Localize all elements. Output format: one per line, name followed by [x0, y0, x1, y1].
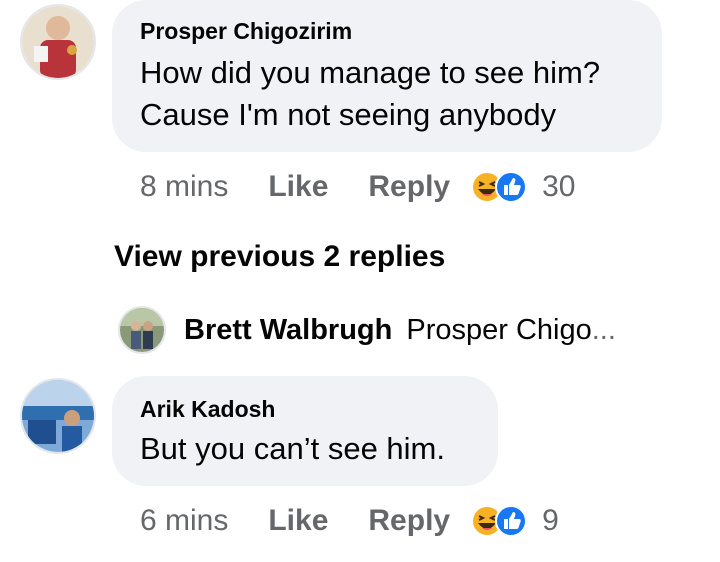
- collapsed-reply-preview: Prosper Chigo: [406, 313, 592, 346]
- comment-text-line-2: Cause I'm not seeing anybody: [140, 97, 557, 132]
- comment-author-name[interactable]: Arik Kadosh: [140, 396, 275, 423]
- comment-timestamp[interactable]: 6 mins: [140, 504, 228, 538]
- reactions-summary[interactable]: 9: [470, 504, 559, 538]
- collapsed-reply[interactable]: Brett Walbrugh Prosper Chigo ...: [118, 306, 616, 354]
- avatar-arik[interactable]: [20, 378, 96, 454]
- comment-actions-arik: 6 mins Like Reply 9: [140, 504, 559, 538]
- reply-button[interactable]: Reply: [368, 504, 450, 538]
- like-button[interactable]: Like: [268, 170, 328, 204]
- reply-button[interactable]: Reply: [368, 170, 450, 204]
- comment-timestamp[interactable]: 8 mins: [140, 170, 228, 204]
- profile-photo-icon: [22, 6, 94, 78]
- comment-actions-prosper: 8 mins Like Reply 30: [140, 170, 575, 204]
- reactions-summary[interactable]: 30: [470, 170, 575, 204]
- collapsed-reply-ellipsis: ...: [591, 313, 616, 346]
- view-previous-replies-link[interactable]: View previous 2 replies: [114, 240, 445, 274]
- avatar-prosper[interactable]: [20, 4, 96, 80]
- comment-text-line-1: But you can’t see him.: [140, 431, 445, 466]
- like-icon: [495, 505, 528, 537]
- profile-photo-icon: [120, 308, 164, 352]
- reaction-count: 30: [542, 170, 576, 203]
- like-button[interactable]: Like: [268, 504, 328, 538]
- reaction-count: 9: [542, 504, 559, 537]
- comment-text-line-1: How did you manage to see him?: [140, 55, 601, 90]
- collapsed-reply-author[interactable]: Brett Walbrugh: [184, 314, 392, 347]
- like-icon: [495, 171, 528, 203]
- avatar-brett[interactable]: [118, 306, 166, 354]
- comment-author-name[interactable]: Prosper Chigozirim: [140, 18, 352, 45]
- profile-photo-icon: [22, 380, 94, 452]
